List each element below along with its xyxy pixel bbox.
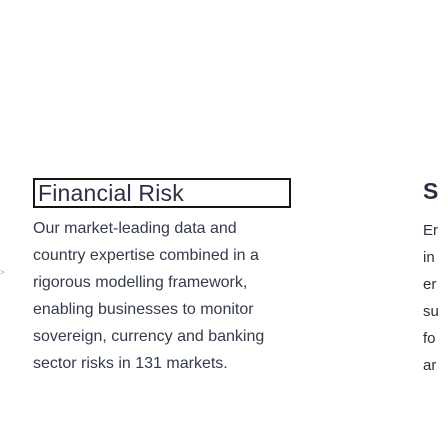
right-card-text-fragments: Er in er su fo ar xyxy=(423,217,448,379)
financial-risk-card: Financial Risk Our market-leading data a… xyxy=(33,178,353,377)
left-edge-arrow-fragment: > xyxy=(0,268,5,277)
right-card-title-fragment: S xyxy=(423,178,439,204)
card-title-frame[interactable]: Financial Risk xyxy=(33,178,291,208)
right-line-fragment: Er xyxy=(423,222,438,239)
card-description: Our market-leading data and country expe… xyxy=(33,220,265,372)
right-line-fragment: ar xyxy=(423,357,437,374)
right-line-fragment: fo xyxy=(423,330,436,347)
right-line-fragment: er xyxy=(423,276,437,293)
card-title[interactable]: Financial Risk xyxy=(38,180,289,206)
right-line-fragment: su xyxy=(423,303,439,320)
right-line-fragment: in xyxy=(423,249,435,266)
right-card-fragment: S Er in er su fo ar xyxy=(423,178,448,379)
